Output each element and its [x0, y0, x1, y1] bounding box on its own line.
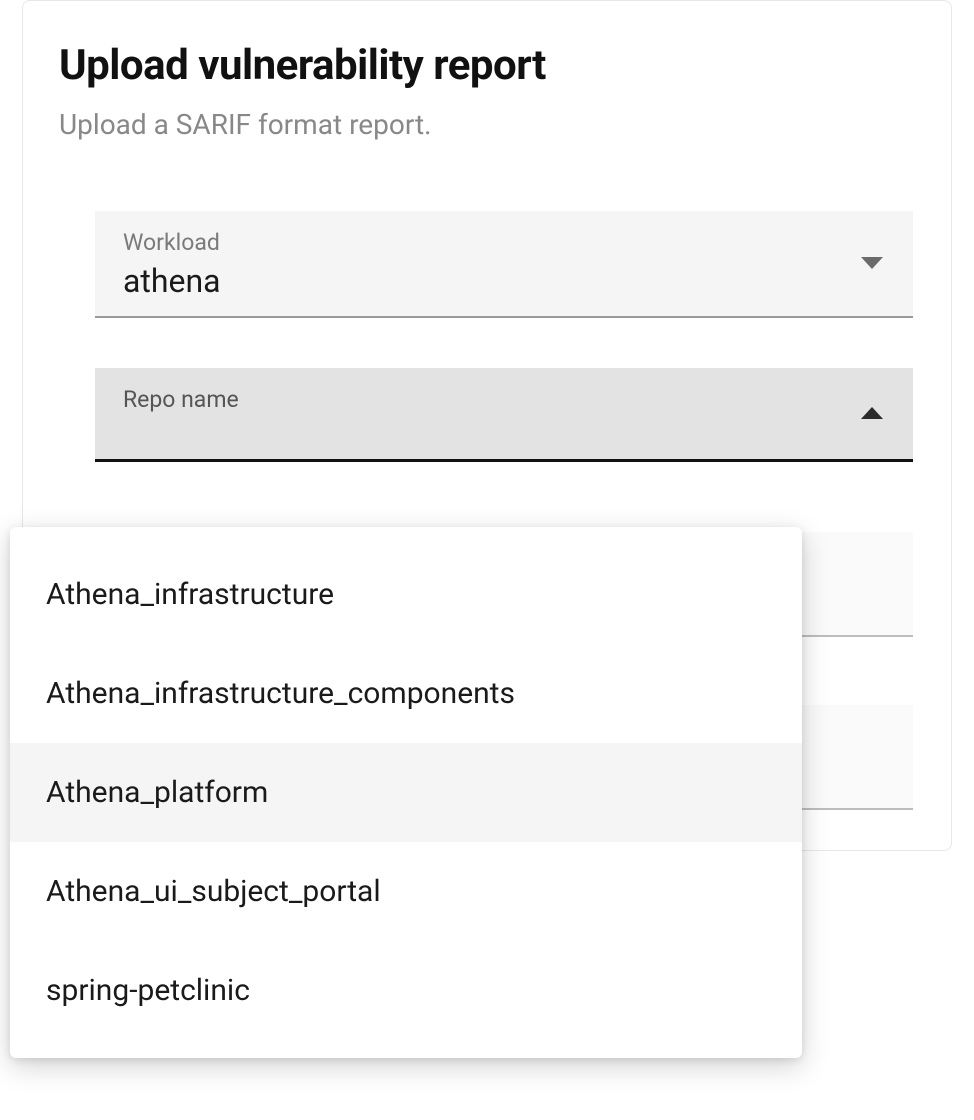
page-title: Upload vulnerability report	[59, 41, 915, 90]
form-fields: Workload athena Repo name	[95, 211, 913, 462]
page-subtitle: Upload a SARIF format report.	[59, 108, 915, 141]
repo-dropdown-menu: Athena_infrastructure Athena_infrastruct…	[10, 527, 802, 1058]
chevron-up-icon	[861, 407, 883, 421]
repo-option[interactable]: Athena_infrastructure_components	[10, 644, 802, 743]
repo-option[interactable]: Athena_infrastructure	[10, 545, 802, 644]
repo-select[interactable]: Repo name	[95, 368, 913, 462]
workload-select[interactable]: Workload athena	[95, 211, 913, 318]
repo-option[interactable]: spring-petclinic	[10, 941, 802, 1040]
chevron-down-icon	[861, 257, 883, 271]
workload-value: athena	[123, 262, 885, 300]
repo-option[interactable]: Athena_ui_subject_portal	[10, 842, 802, 941]
repo-option[interactable]: Athena_platform	[10, 743, 802, 842]
repo-label: Repo name	[123, 386, 885, 413]
workload-label: Workload	[123, 229, 885, 256]
